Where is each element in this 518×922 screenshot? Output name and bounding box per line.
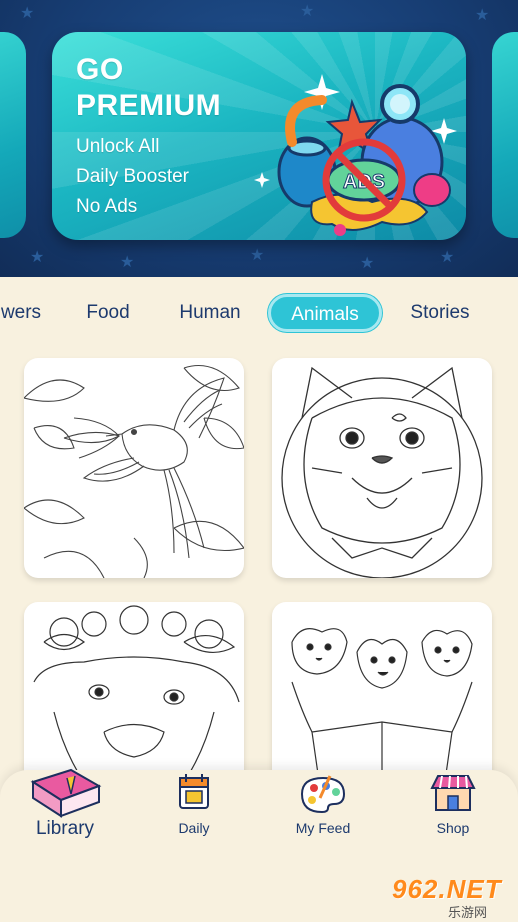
premium-banner-area: ★ ★ ★ ★ ★ ★ ★ ★ GO PREMIUM Unlock All Da… bbox=[0, 0, 518, 277]
promo-benefit-booster: Daily Booster bbox=[76, 166, 189, 187]
promo-title: GO PREMIUM bbox=[76, 53, 222, 122]
watermark-sub-text: 乐游网 bbox=[448, 905, 488, 920]
star-decoration: ★ bbox=[475, 7, 490, 24]
tab-animals[interactable]: Animals bbox=[268, 294, 382, 332]
next-promo-card[interactable] bbox=[492, 32, 518, 238]
calendar-icon bbox=[179, 774, 209, 809]
promo-benefit-no-ads: No Ads bbox=[76, 196, 138, 217]
site-watermark: 962.NET 乐游网 bbox=[392, 874, 516, 920]
coloring-card-cat[interactable] bbox=[272, 358, 492, 578]
promo-benefit-unlock: Unlock All bbox=[76, 136, 160, 157]
nav-library-label: Library bbox=[35, 818, 95, 839]
palette-icon bbox=[300, 775, 346, 814]
nav-library[interactable]: Library bbox=[10, 768, 120, 860]
nav-shop-label: Shop bbox=[436, 820, 470, 836]
go-premium-card[interactable]: GO PREMIUM Unlock All Daily Booster No A… bbox=[52, 32, 466, 240]
no-ads-illustration-icon: ADS bbox=[254, 74, 457, 236]
coloring-card-hummingbird[interactable] bbox=[24, 358, 244, 578]
star-decoration: ★ bbox=[360, 255, 375, 272]
star-decoration: ★ bbox=[440, 249, 455, 266]
watermark-logo-text: 962.NET bbox=[392, 874, 502, 904]
tab-stories[interactable]: Stories bbox=[400, 290, 480, 336]
promo-benefits: Unlock All Daily Booster No Ads bbox=[76, 132, 189, 222]
nav-shop[interactable]: Shop bbox=[398, 770, 508, 860]
star-decoration: ★ bbox=[300, 3, 315, 20]
shop-icon bbox=[430, 775, 476, 811]
nav-my-feed-label: My Feed bbox=[295, 820, 351, 836]
category-tabs: wers Food Human Animals Stories bbox=[0, 290, 518, 336]
star-decoration: ★ bbox=[120, 254, 135, 271]
cat-picture-icon bbox=[281, 366, 483, 578]
tab-flowers[interactable]: wers bbox=[0, 290, 46, 336]
tab-food[interactable]: Food bbox=[78, 290, 138, 336]
star-decoration: ★ bbox=[250, 247, 265, 264]
hummingbird-picture-icon bbox=[24, 364, 244, 578]
book-icon bbox=[30, 768, 102, 818]
star-decoration: ★ bbox=[30, 249, 45, 266]
coloring-grid bbox=[0, 356, 518, 822]
tab-human[interactable]: Human bbox=[170, 290, 250, 336]
nav-daily-label: Daily bbox=[178, 820, 210, 836]
previous-promo-card[interactable] bbox=[0, 32, 26, 238]
nav-my-feed[interactable]: My Feed bbox=[268, 770, 378, 860]
star-decoration: ★ bbox=[20, 5, 35, 22]
nav-daily[interactable]: Daily bbox=[139, 770, 249, 860]
